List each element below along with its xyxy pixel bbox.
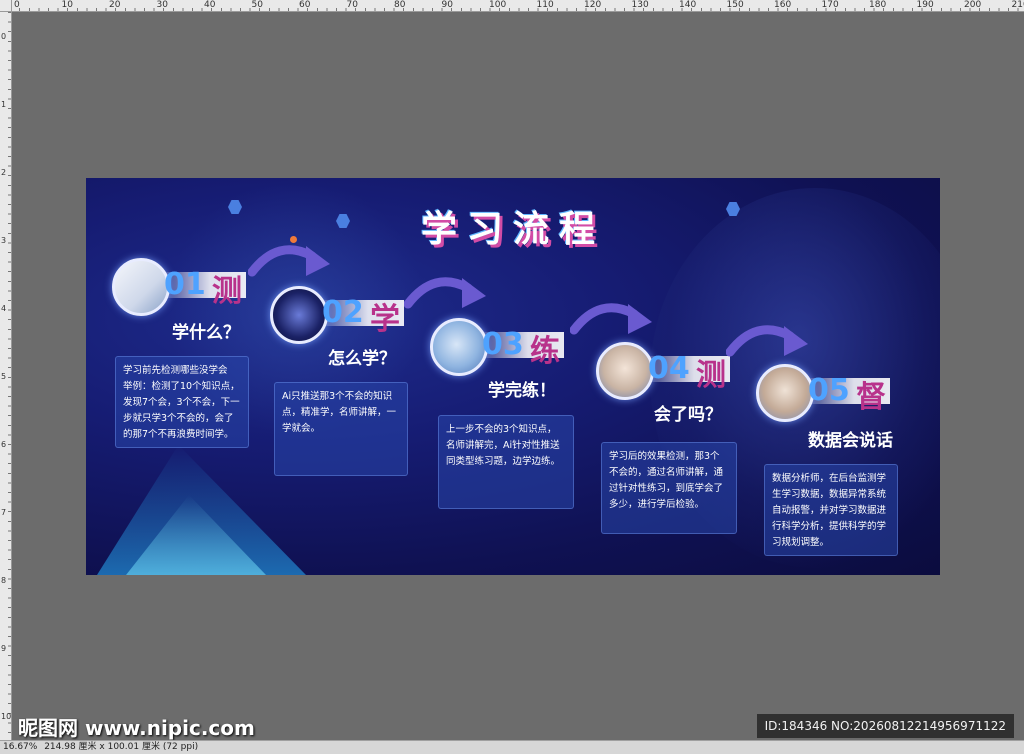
ruler-tick-label: 0 [1,32,7,41]
curved-arrow-icon [404,277,486,309]
step-question: 学什么？ [172,323,240,343]
step-character: 学 [370,302,400,337]
horizontal-ruler[interactable]: 0 10 20 30 40 50 60 70 80 90 100 110 120 130 140 150 160… [0,0,1024,12]
ruler-tick-label: 20 [109,0,121,10]
vertical-ruler[interactable]: 0 1 2 3 4 5 6 7 8 9 10 [0,12,12,740]
step-number: 05 [808,373,850,408]
step-character: 测 [696,358,726,393]
ruler-tick-label: 40 [204,0,216,10]
step-2-description: Ai只推送那3个不会的知识点，精准学，名师讲解，一学就会。 [274,382,408,476]
ruler-tick-label: 150 [726,0,744,10]
step-number: 02 [322,295,364,330]
step-question: 会了吗？ [654,405,722,425]
ruler-origin-corner[interactable] [0,0,12,12]
ruler-tick-label: 9 [1,644,7,653]
ruler-tick-label: 7 [1,508,7,517]
ruler-tick-label: 4 [1,304,7,313]
ruler-tick-label: 180 [869,0,887,10]
site-watermark-logo: 昵图网 www.nipic.com [18,716,255,740]
ruler-tick-label: 8 [1,576,7,585]
step-number: 04 [648,351,690,386]
image-id-label: ID:184346 NO:20260812214956971122 [756,714,1014,738]
zoom-level[interactable]: 16.67% [3,742,37,752]
document-info[interactable]: 214.98 厘米 x 100.01 厘米 (72 ppi) [44,742,198,752]
banner-title: 学习流程 [420,209,605,250]
ruler-tick-label: 190 [916,0,934,10]
ruler-tick-label: 80 [394,0,406,10]
step-photo [756,364,814,422]
ruler-tick-label: 50 [251,0,263,10]
ruler-tick-label: 160 [774,0,792,10]
step-text: 上一步不会的3个知识点，名师讲解完，Ai针对性推送同类型练习题，边学边练。 [446,424,561,467]
ruler-tick-label: 120 [584,0,602,10]
step-4-description: 学习后的效果检测，那3个不会的，通过名师讲解，通过针对性练习，到底学会了多少，进… [601,442,737,534]
ruler-tick-label: 1 [1,100,7,109]
step-character: 练 [530,334,560,369]
ruler-tick-label: 170 [821,0,839,10]
ruler-tick-label: 210 [1011,0,1024,10]
ruler-tick-label: 200 [964,0,982,10]
step-text: 学习前先检测哪些没学会 举例：检测了10个知识点，发现7个会，3个不会，下一步就… [123,365,240,440]
step-photo [270,286,328,344]
ruler-tick-label: 2 [1,168,7,177]
ruler-tick-label: 10 [1,712,12,721]
step-text: 数据分析师，在后台监测学生学习数据，数据异常系统自动报警，并对学习数据进行科学分… [772,473,887,548]
step-question: 数据会说话 [808,431,893,451]
step-number: 03 [482,327,524,362]
step-character: 测 [212,274,242,309]
step-number: 01 [164,267,206,302]
status-bar: 16.67% 214.98 厘米 x 100.01 厘米 (72 ppi) [0,740,1024,754]
ruler-tick-label: 10 [61,0,73,10]
ruler-tick-label: 70 [346,0,358,10]
ruler-tick-label: 6 [1,440,7,449]
ruler-tick-label: 110 [536,0,554,10]
curved-arrow-icon [248,245,330,277]
step-1-description: 学习前先检测哪些没学会 举例：检测了10个知识点，发现7个会，3个不会，下一步就… [115,356,249,448]
design-canvas-banner: 学习流程 01 测 学什么？ 学习前先检测哪些没学会 举例：检测了10个知识点，… [86,178,940,575]
step-photo [430,318,488,376]
ruler-tick-label: 90 [441,0,453,10]
ruler-tick-label: 130 [631,0,649,10]
step-5-description: 数据分析师，在后台监测学生学习数据，数据异常系统自动报警，并对学习数据进行科学分… [764,464,898,556]
curved-arrow-icon [570,303,652,335]
ruler-tick-label: 140 [679,0,697,10]
step-text: 学习后的效果检测，那3个不会的，通过名师讲解，通过针对性练习，到底学会了多少，进… [609,451,724,510]
step-photo [112,258,170,316]
ruler-tick-label: 3 [1,236,7,245]
step-question: 学完练！ [488,381,556,401]
ruler-tick-label: 60 [299,0,311,10]
step-photo [596,342,654,400]
step-3-description: 上一步不会的3个知识点，名师讲解完，Ai针对性推送同类型练习题，边学边练。 [438,415,574,509]
step-character: 督 [856,380,886,415]
step-text: Ai只推送那3个不会的知识点，精准学，名师讲解，一学就会。 [282,391,397,434]
ruler-tick-label: 0 [14,0,20,10]
curved-arrow-icon [726,325,808,357]
ruler-tick-label: 30 [156,0,168,10]
ruler-tick-label: 100 [489,0,507,10]
ruler-tick-label: 5 [1,372,7,381]
step-question: 怎么学？ [328,349,396,369]
